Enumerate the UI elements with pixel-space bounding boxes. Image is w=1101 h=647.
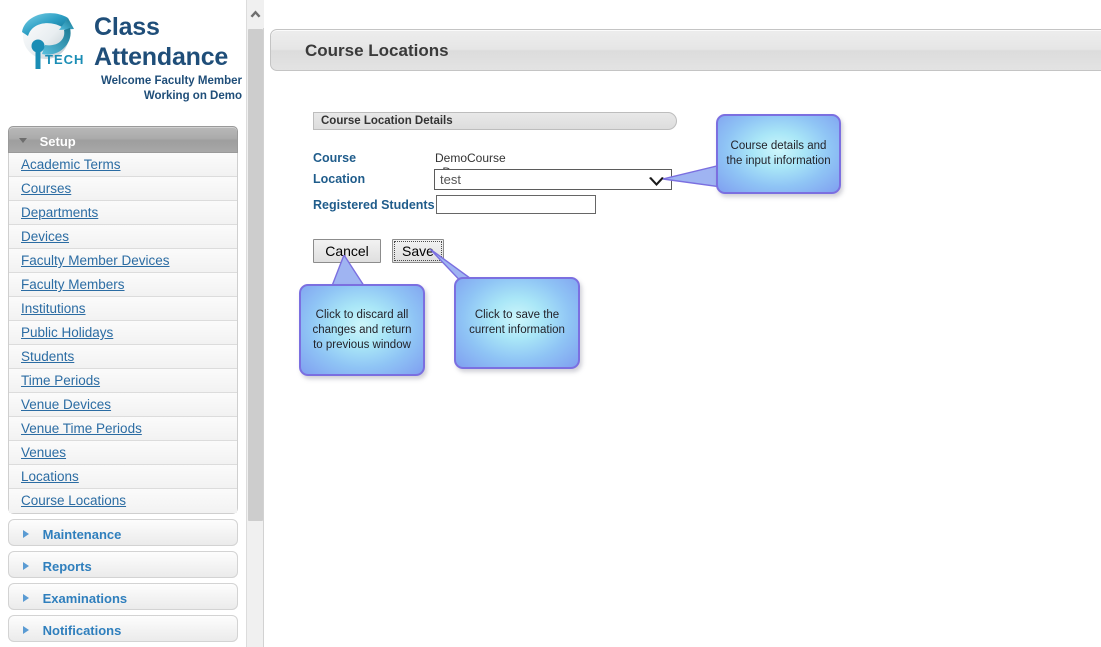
callout-text: Click to discard all changes and return … <box>312 308 412 351</box>
sidebar-section-examinations[interactable]: Examinations <box>8 583 238 610</box>
sidebar-item-label[interactable]: Courses <box>21 181 71 196</box>
sidebar-item-venue-devices[interactable]: Venue Devices <box>9 393 237 417</box>
sidebar-item-label[interactable]: Institutions <box>21 301 86 316</box>
chevron-right-icon <box>23 561 29 570</box>
sidebar-item-label[interactable]: Course Locations <box>21 493 126 508</box>
sidebar-item-label[interactable]: Public Holidays <box>21 325 113 340</box>
sidebar-item-courses[interactable]: Courses <box>9 177 237 201</box>
callout-course-details: Course details and the input information <box>716 114 841 194</box>
svg-text:TECH: TECH <box>45 52 84 67</box>
sidebar-item-institutions[interactable]: Institutions <box>9 297 237 321</box>
welcome-user-name: Faculty Member <box>154 75 242 87</box>
panel-title-course-location-details: Course Location Details <box>313 112 677 130</box>
main-content-area: Course Locations Course Location Details… <box>266 0 1101 647</box>
sidebar-item-label[interactable]: Faculty Members <box>21 277 125 292</box>
sidebar-item-label[interactable]: Locations <box>21 469 79 484</box>
sidebar-item-label[interactable]: Time Periods <box>21 373 100 388</box>
sidebar-item-label[interactable]: Venue Devices <box>21 397 111 412</box>
registered-students-input[interactable] <box>436 195 596 214</box>
sidebar-item-label[interactable]: Academic Terms <box>21 157 121 172</box>
sidebar-scrollbar[interactable] <box>246 0 264 647</box>
sidebar-section-maintenance[interactable]: Maintenance <box>8 519 238 546</box>
sidebar-item-label[interactable]: Faculty Member Devices <box>21 253 170 268</box>
sidebar-section-maintenance-label: Maintenance <box>42 527 122 543</box>
sidebar-section-setup-items: Academic Terms Courses Departments Devic… <box>8 153 238 514</box>
registered-students-label: Registered Students <box>313 198 435 212</box>
callout-text: Course details and the input information <box>726 140 831 167</box>
callout-text: Click to save the current information <box>469 309 565 336</box>
sidebar-item-label[interactable]: Departments <box>21 205 98 220</box>
course-label: Course <box>313 151 357 165</box>
sidebar-item-venues[interactable]: Venues <box>9 441 237 465</box>
location-label: Location <box>313 172 366 186</box>
sidebar-item-devices[interactable]: Devices <box>9 225 237 249</box>
sidebar-item-label[interactable]: Venue Time Periods <box>21 421 142 436</box>
chevron-right-icon <box>23 529 29 538</box>
chevron-down-icon <box>19 138 27 144</box>
brand-title-line1: Class <box>94 13 160 41</box>
sidebar-item-faculty-member-devices[interactable]: Faculty Member Devices <box>9 249 237 273</box>
left-navigation-pane: TECH Class Attendance Welcome Faculty Me… <box>0 0 246 647</box>
welcome-message: Welcome Faculty Member Working on Demo <box>24 74 242 104</box>
location-select[interactable]: test <box>434 169 672 190</box>
chevron-up-icon <box>250 10 261 18</box>
chevron-right-icon <box>23 593 29 602</box>
callout-tail-details <box>663 164 722 188</box>
chevron-right-icon <box>23 625 29 634</box>
sidebar-item-locations[interactable]: Locations <box>9 465 237 489</box>
sidebar-item-faculty-members[interactable]: Faculty Members <box>9 273 237 297</box>
sidebar-item-academic-terms[interactable]: Academic Terms <box>9 153 237 177</box>
sidebar-item-departments[interactable]: Departments <box>9 201 237 225</box>
scrollbar-up-button[interactable] <box>247 0 264 28</box>
sidebar-item-students[interactable]: Students <box>9 345 237 369</box>
brand-title-line2: Attendance <box>94 43 229 71</box>
welcome-prefix: Welcome <box>100 75 155 87</box>
sidebar-section-setup[interactable]: Setup <box>8 126 238 153</box>
sidebar-item-label[interactable]: Students <box>21 349 74 364</box>
sidebar-item-label[interactable]: Venues <box>21 445 66 460</box>
sidebar-item-course-locations[interactable]: Course Locations <box>9 489 237 513</box>
sidebar-item-venue-time-periods[interactable]: Venue Time Periods <box>9 417 237 441</box>
sidebar-item-public-holidays[interactable]: Public Holidays <box>9 321 237 345</box>
sidebar-section-setup-label: Setup <box>39 134 76 150</box>
sidebar-accordion: Setup Academic Terms Courses Departments… <box>8 126 238 642</box>
brand-header: TECH Class Attendance Welcome Faculty Me… <box>0 0 246 112</box>
sidebar-item-label[interactable]: Devices <box>21 229 69 244</box>
scrollbar-thumb[interactable] <box>248 29 263 521</box>
callout-save-help: Click to save the current information <box>454 277 580 369</box>
welcome-context: Working on Demo <box>143 90 242 102</box>
location-select-value: test <box>440 172 461 187</box>
sidebar-section-examinations-label: Examinations <box>42 591 128 607</box>
sidebar-section-notifications-label: Notifications <box>42 623 122 639</box>
callout-cancel-help: Click to discard all changes and return … <box>299 284 425 376</box>
page-header-bar: Course Locations <box>270 29 1101 71</box>
page-brand-title: Class Attendance <box>94 12 242 72</box>
sidebar-section-notifications[interactable]: Notifications <box>8 615 238 642</box>
iptech-globe-logo-icon: TECH <box>12 6 90 78</box>
sidebar-item-time-periods[interactable]: Time Periods <box>9 369 237 393</box>
sidebar-section-reports[interactable]: Reports <box>8 551 238 578</box>
page-title: Course Locations <box>305 41 449 60</box>
sidebar-section-reports-label: Reports <box>42 559 92 575</box>
